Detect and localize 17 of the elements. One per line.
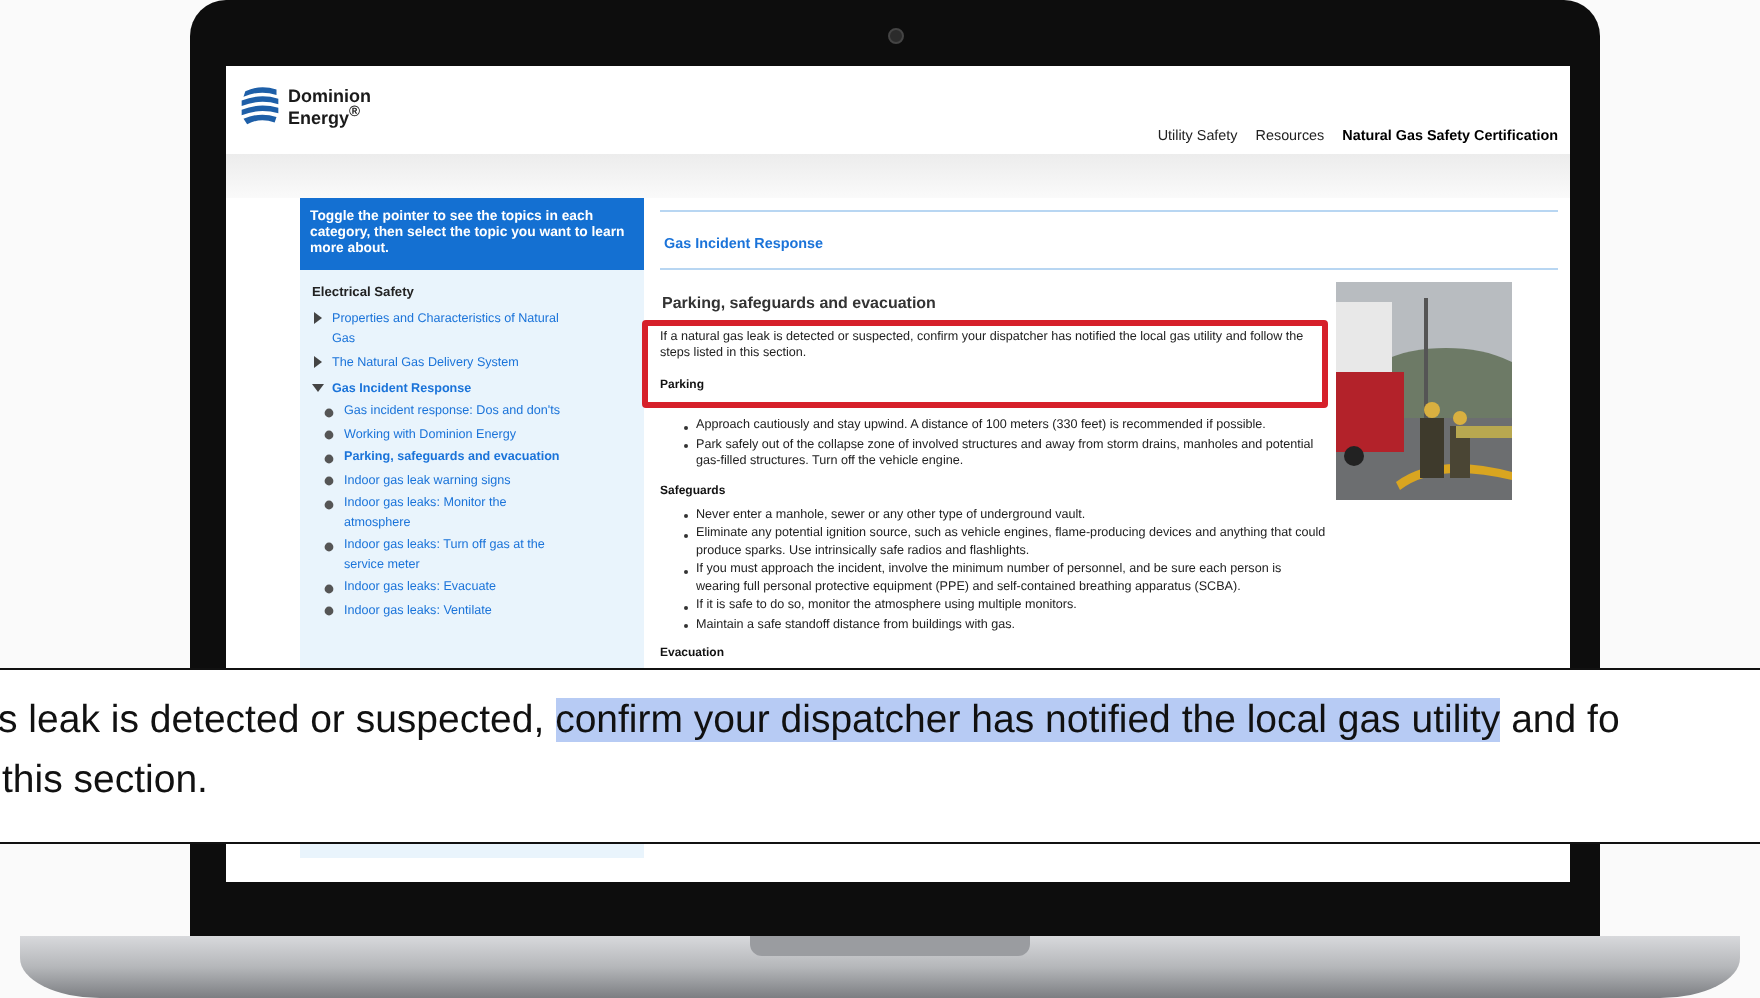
logo-icon — [238, 84, 282, 128]
page-heading: Parking, safeguards and evacuation — [662, 294, 938, 312]
bullet-icon — [324, 407, 334, 417]
callout-text: this section. — [0, 756, 210, 806]
bullet-icon — [324, 453, 334, 463]
bullet-icon — [324, 430, 334, 440]
logo-text: Energy$^{®}$ — [288, 103, 361, 125]
bullet-icon — [324, 541, 334, 551]
toggle-icon[interactable] — [312, 312, 324, 324]
bullet-icon — [324, 606, 334, 616]
bullet-icon — [324, 476, 334, 486]
bullet-icon — [324, 499, 334, 509]
bullet-icon — [324, 583, 334, 593]
toggle-icon[interactable] — [312, 381, 324, 393]
toggle-icon[interactable] — [312, 356, 324, 368]
logo-text: Dominion — [288, 87, 371, 103]
camera-icon — [888, 28, 904, 44]
